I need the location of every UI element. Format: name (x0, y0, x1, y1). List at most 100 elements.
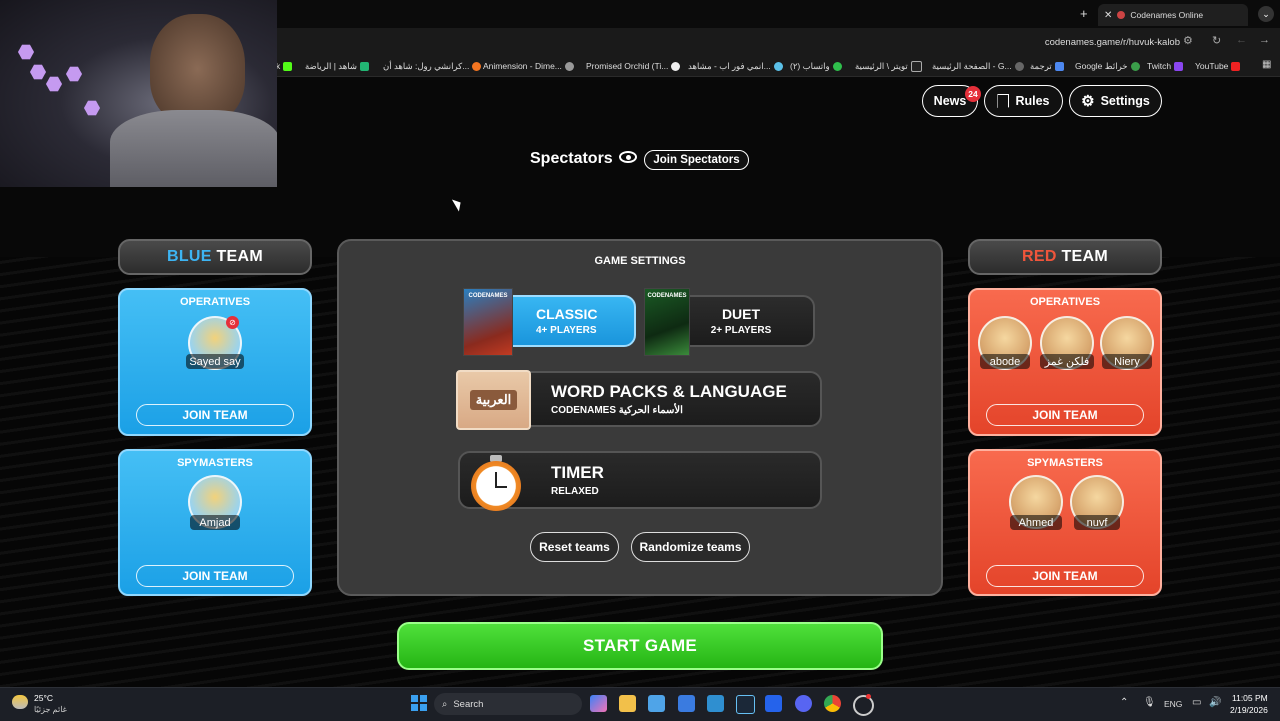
reset-teams-button[interactable]: Reset teams (530, 532, 619, 562)
new-tab-button[interactable]: + (1080, 6, 1088, 21)
red-spymasters-join-button[interactable]: JOIN TEAM (986, 565, 1144, 587)
player-name: فلكن غمز (1040, 354, 1094, 369)
back-icon[interactable]: → (1259, 34, 1270, 46)
rules-button[interactable]: Rules (984, 85, 1063, 117)
weather-temp: 25°C (34, 693, 53, 703)
clock-time[interactable]: 11:05 PM (1232, 693, 1268, 703)
blue-operatives-join-button[interactable]: JOIN TEAM (136, 404, 294, 426)
classic-box-image: CODENAMES (463, 288, 513, 356)
bookmark-crunchyroll[interactable]: كرانشي رول: شاهد أن... (383, 58, 482, 74)
player-name: nuvf (1074, 515, 1120, 530)
bookmark-k[interactable]: k (276, 58, 293, 74)
home-icon (1014, 61, 1024, 71)
bookmark-twitch[interactable]: Twitch (1147, 58, 1184, 74)
bookmark-twitter[interactable]: تويتر \ الرئيسية (855, 58, 922, 74)
bookmark-google-maps[interactable]: Google خرائط (1075, 58, 1140, 74)
taskbar (0, 687, 1280, 721)
x-logo-icon (910, 60, 922, 72)
animension-icon (564, 61, 574, 71)
site-settings-icon[interactable]: ⚙ (1183, 34, 1193, 47)
bookmark-shahid-sports[interactable]: شاهد | الرياضة (305, 58, 369, 74)
search-icon: ⌕ (442, 698, 448, 710)
maps-icon (1130, 61, 1140, 71)
translate-icon (1054, 61, 1064, 71)
player-name: abode (980, 354, 1030, 369)
bookmark-anime4up[interactable]: انمي فور اب - مشاهد... (688, 58, 783, 74)
steam-icon[interactable] (736, 695, 755, 714)
webcam-overlay (0, 0, 277, 187)
red-team-header: RED TEAM (968, 239, 1162, 275)
chrome-icon[interactable] (824, 695, 841, 712)
eye-icon (619, 151, 637, 163)
spymasters-label: SPYMASTERS (1027, 457, 1103, 469)
kick-icon (283, 61, 293, 71)
close-icon[interactable]: ✕ (1104, 10, 1112, 21)
randomize-teams-button[interactable]: Randomize teams (631, 532, 750, 562)
red-operatives-join-button[interactable]: JOIN TEAM (986, 404, 1144, 426)
bookmark-whatsapp[interactable]: واتساب (٢) (790, 58, 842, 74)
weather-desc: غائم جزئيًا (34, 705, 67, 714)
photos-icon[interactable] (648, 695, 665, 712)
game-settings-title: GAME SETTINGS (594, 255, 686, 267)
clock-date[interactable]: 2/19/2026 (1230, 705, 1268, 715)
discord-icon[interactable] (795, 695, 812, 712)
blue-team-header: BLUE TEAM (118, 239, 312, 275)
tab-title: Codenames Online (1130, 10, 1204, 20)
operatives-label: OPERATIVES (179, 296, 251, 308)
forward-icon[interactable]: ← (1236, 34, 1247, 46)
tab-favicon-icon (1117, 11, 1126, 19)
news-badge: 24 (965, 86, 981, 102)
app-icon-2[interactable] (853, 695, 874, 716)
join-spectators-button[interactable]: Join Spectators (644, 150, 749, 170)
url-field[interactable]: codenames.game/r/huvuk-kalob (1020, 33, 1180, 51)
taskbar-search[interactable]: ⌕ Search (434, 693, 582, 715)
twitch-icon (1174, 61, 1184, 71)
network-icon[interactable]: ▭ (1192, 697, 1201, 708)
operatives-label: OPERATIVES (1029, 296, 1101, 308)
bookmark-icon (997, 94, 1010, 108)
browser-tab[interactable]: ✕ Codenames Online (1098, 4, 1248, 26)
mail-icon[interactable] (765, 695, 782, 712)
player-name: Amjad (190, 515, 240, 530)
red-operatives-card: OPERATIVES abode فلكن غمز Niery JOIN TEA… (968, 288, 1162, 436)
player-name: Sayed say (186, 354, 244, 369)
language-card: العربية (456, 370, 531, 430)
bookmark-translate[interactable]: ترجمة (1030, 58, 1064, 74)
blue-spymasters-card: SPYMASTERS Amjad JOIN TEAM (118, 449, 312, 596)
bookmark-youtube[interactable]: YouTube (1195, 58, 1241, 74)
anime-icon (773, 61, 783, 71)
bookmark-home[interactable]: الصفحة الرئيسية - G... (932, 58, 1024, 74)
settings-button[interactable]: ⚙ Settings (1069, 85, 1162, 117)
tray-chevron-icon[interactable]: ⌃ (1120, 697, 1128, 708)
file-explorer-icon[interactable] (619, 695, 636, 712)
red-spymasters-card: SPYMASTERS Ahmed nuvf JOIN TEAM (968, 449, 1162, 596)
tab-menu-chevron-icon[interactable]: ⌄ (1258, 6, 1274, 22)
orchid-icon (671, 61, 681, 71)
stopwatch-icon (471, 455, 521, 511)
no-connection-icon: ⊘ (226, 316, 239, 329)
player-name: Ahmed (1010, 515, 1062, 530)
spymasters-label: SPYMASTERS (177, 457, 253, 469)
notification-dot (866, 694, 871, 699)
microphone-icon[interactable]: 🎙 (1143, 697, 1156, 708)
app-icon[interactable] (707, 695, 724, 712)
mouse-cursor (451, 196, 465, 212)
copilot-icon[interactable] (590, 695, 607, 712)
start-game-button[interactable]: START GAME (397, 622, 883, 670)
language-indicator[interactable]: ENG (1164, 699, 1182, 709)
weather-icon[interactable] (12, 695, 28, 709)
reload-icon[interactable]: ↻ (1212, 34, 1221, 47)
spectators-title: Spectators (530, 150, 613, 167)
youtube-icon (1231, 61, 1241, 71)
crunchyroll-icon (472, 61, 482, 71)
bookmark-promised-orchid[interactable]: Promised Orchid (Ti... (586, 58, 681, 74)
blue-operatives-card: OPERATIVES ⊘ Sayed say JOIN TEAM (118, 288, 312, 436)
bookmarks-menu-icon[interactable]: ▦ (1262, 59, 1271, 70)
volume-icon[interactable]: 🔊 (1209, 697, 1221, 708)
player-name: Niery (1102, 354, 1152, 369)
windows-start-icon[interactable] (411, 695, 427, 711)
shahid-icon (359, 61, 369, 71)
blue-spymasters-join-button[interactable]: JOIN TEAM (136, 565, 294, 587)
store-icon[interactable] (678, 695, 695, 712)
bookmark-animension[interactable]: Animension - Dime... (483, 58, 574, 74)
